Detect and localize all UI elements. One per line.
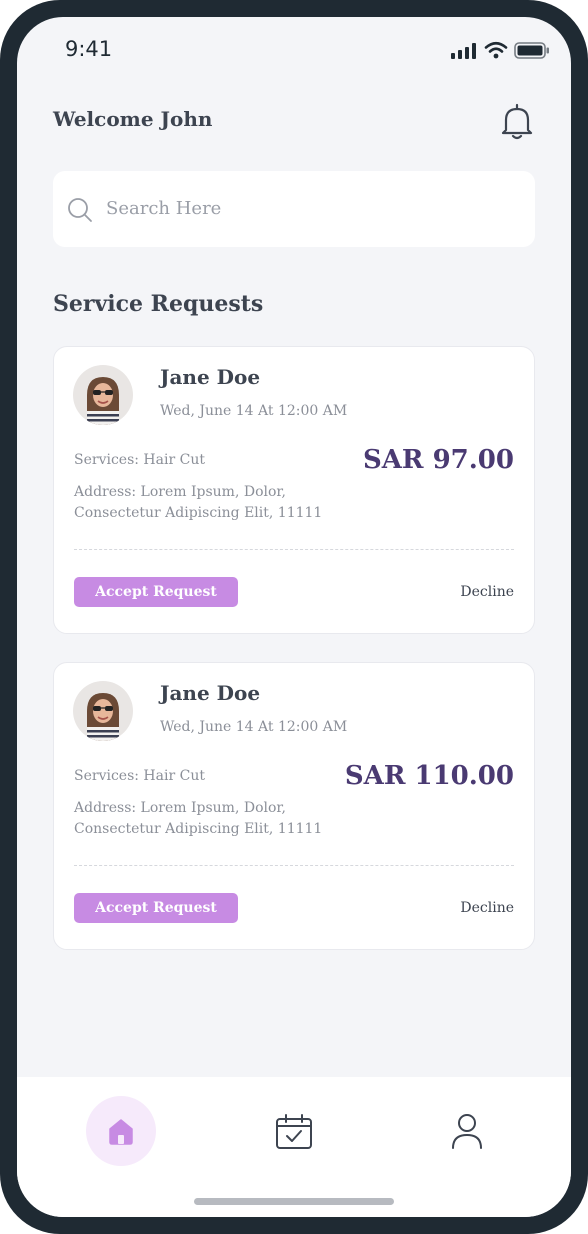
phone-frame: 9:41 Welcome John Search Here Service Re… [0, 0, 588, 1234]
signal-icon [451, 43, 476, 59]
request-datetime: Wed, June 14 At 12:00 AM [160, 719, 348, 735]
request-services: Services: Hair Cut [74, 452, 205, 468]
bottom-nav [17, 1077, 571, 1217]
request-price: SAR 110.00 [344, 761, 514, 791]
decline-button[interactable]: Decline [460, 900, 514, 916]
search-icon [68, 198, 92, 222]
accept-request-button[interactable]: Accept Request [74, 893, 238, 923]
decline-button[interactable]: Decline [460, 584, 514, 600]
request-price: SAR 97.00 [362, 445, 514, 475]
calendar-check-icon[interactable] [275, 1114, 313, 1150]
search-input[interactable]: Search Here [53, 171, 535, 247]
bell-icon[interactable] [500, 103, 534, 141]
screen: 9:41 Welcome John Search Here Service Re… [17, 17, 571, 1217]
section-title: Service Requests [53, 291, 264, 317]
accept-request-button[interactable]: Accept Request [74, 577, 238, 607]
avatar [73, 681, 133, 741]
home-icon [109, 1119, 133, 1145]
customer-name: Jane Doe [160, 681, 261, 705]
home-indicator[interactable] [194, 1198, 394, 1205]
request-address: Address: Lorem Ipsum, Dolor, Consectetur… [74, 484, 323, 521]
avatar [73, 365, 133, 425]
service-request-card: Jane Doe Wed, June 14 At 12:00 AM Servic… [53, 662, 535, 950]
request-datetime: Wed, June 14 At 12:00 AM [160, 403, 348, 419]
welcome-text: Welcome John [53, 107, 213, 131]
status-time: 9:41 [65, 37, 113, 61]
battery-icon [514, 42, 549, 59]
search-placeholder: Search Here [106, 198, 222, 219]
card-divider [74, 549, 514, 550]
wifi-icon [484, 41, 508, 59]
service-request-card: Jane Doe Wed, June 14 At 12:00 AM Servic… [53, 346, 535, 634]
card-divider [74, 865, 514, 866]
status-bar: 9:41 [17, 17, 571, 81]
customer-name: Jane Doe [160, 365, 261, 389]
user-icon[interactable] [451, 1113, 483, 1149]
nav-home[interactable] [86, 1096, 156, 1166]
request-services: Services: Hair Cut [74, 768, 205, 784]
request-address: Address: Lorem Ipsum, Dolor, Consectetur… [74, 800, 323, 837]
